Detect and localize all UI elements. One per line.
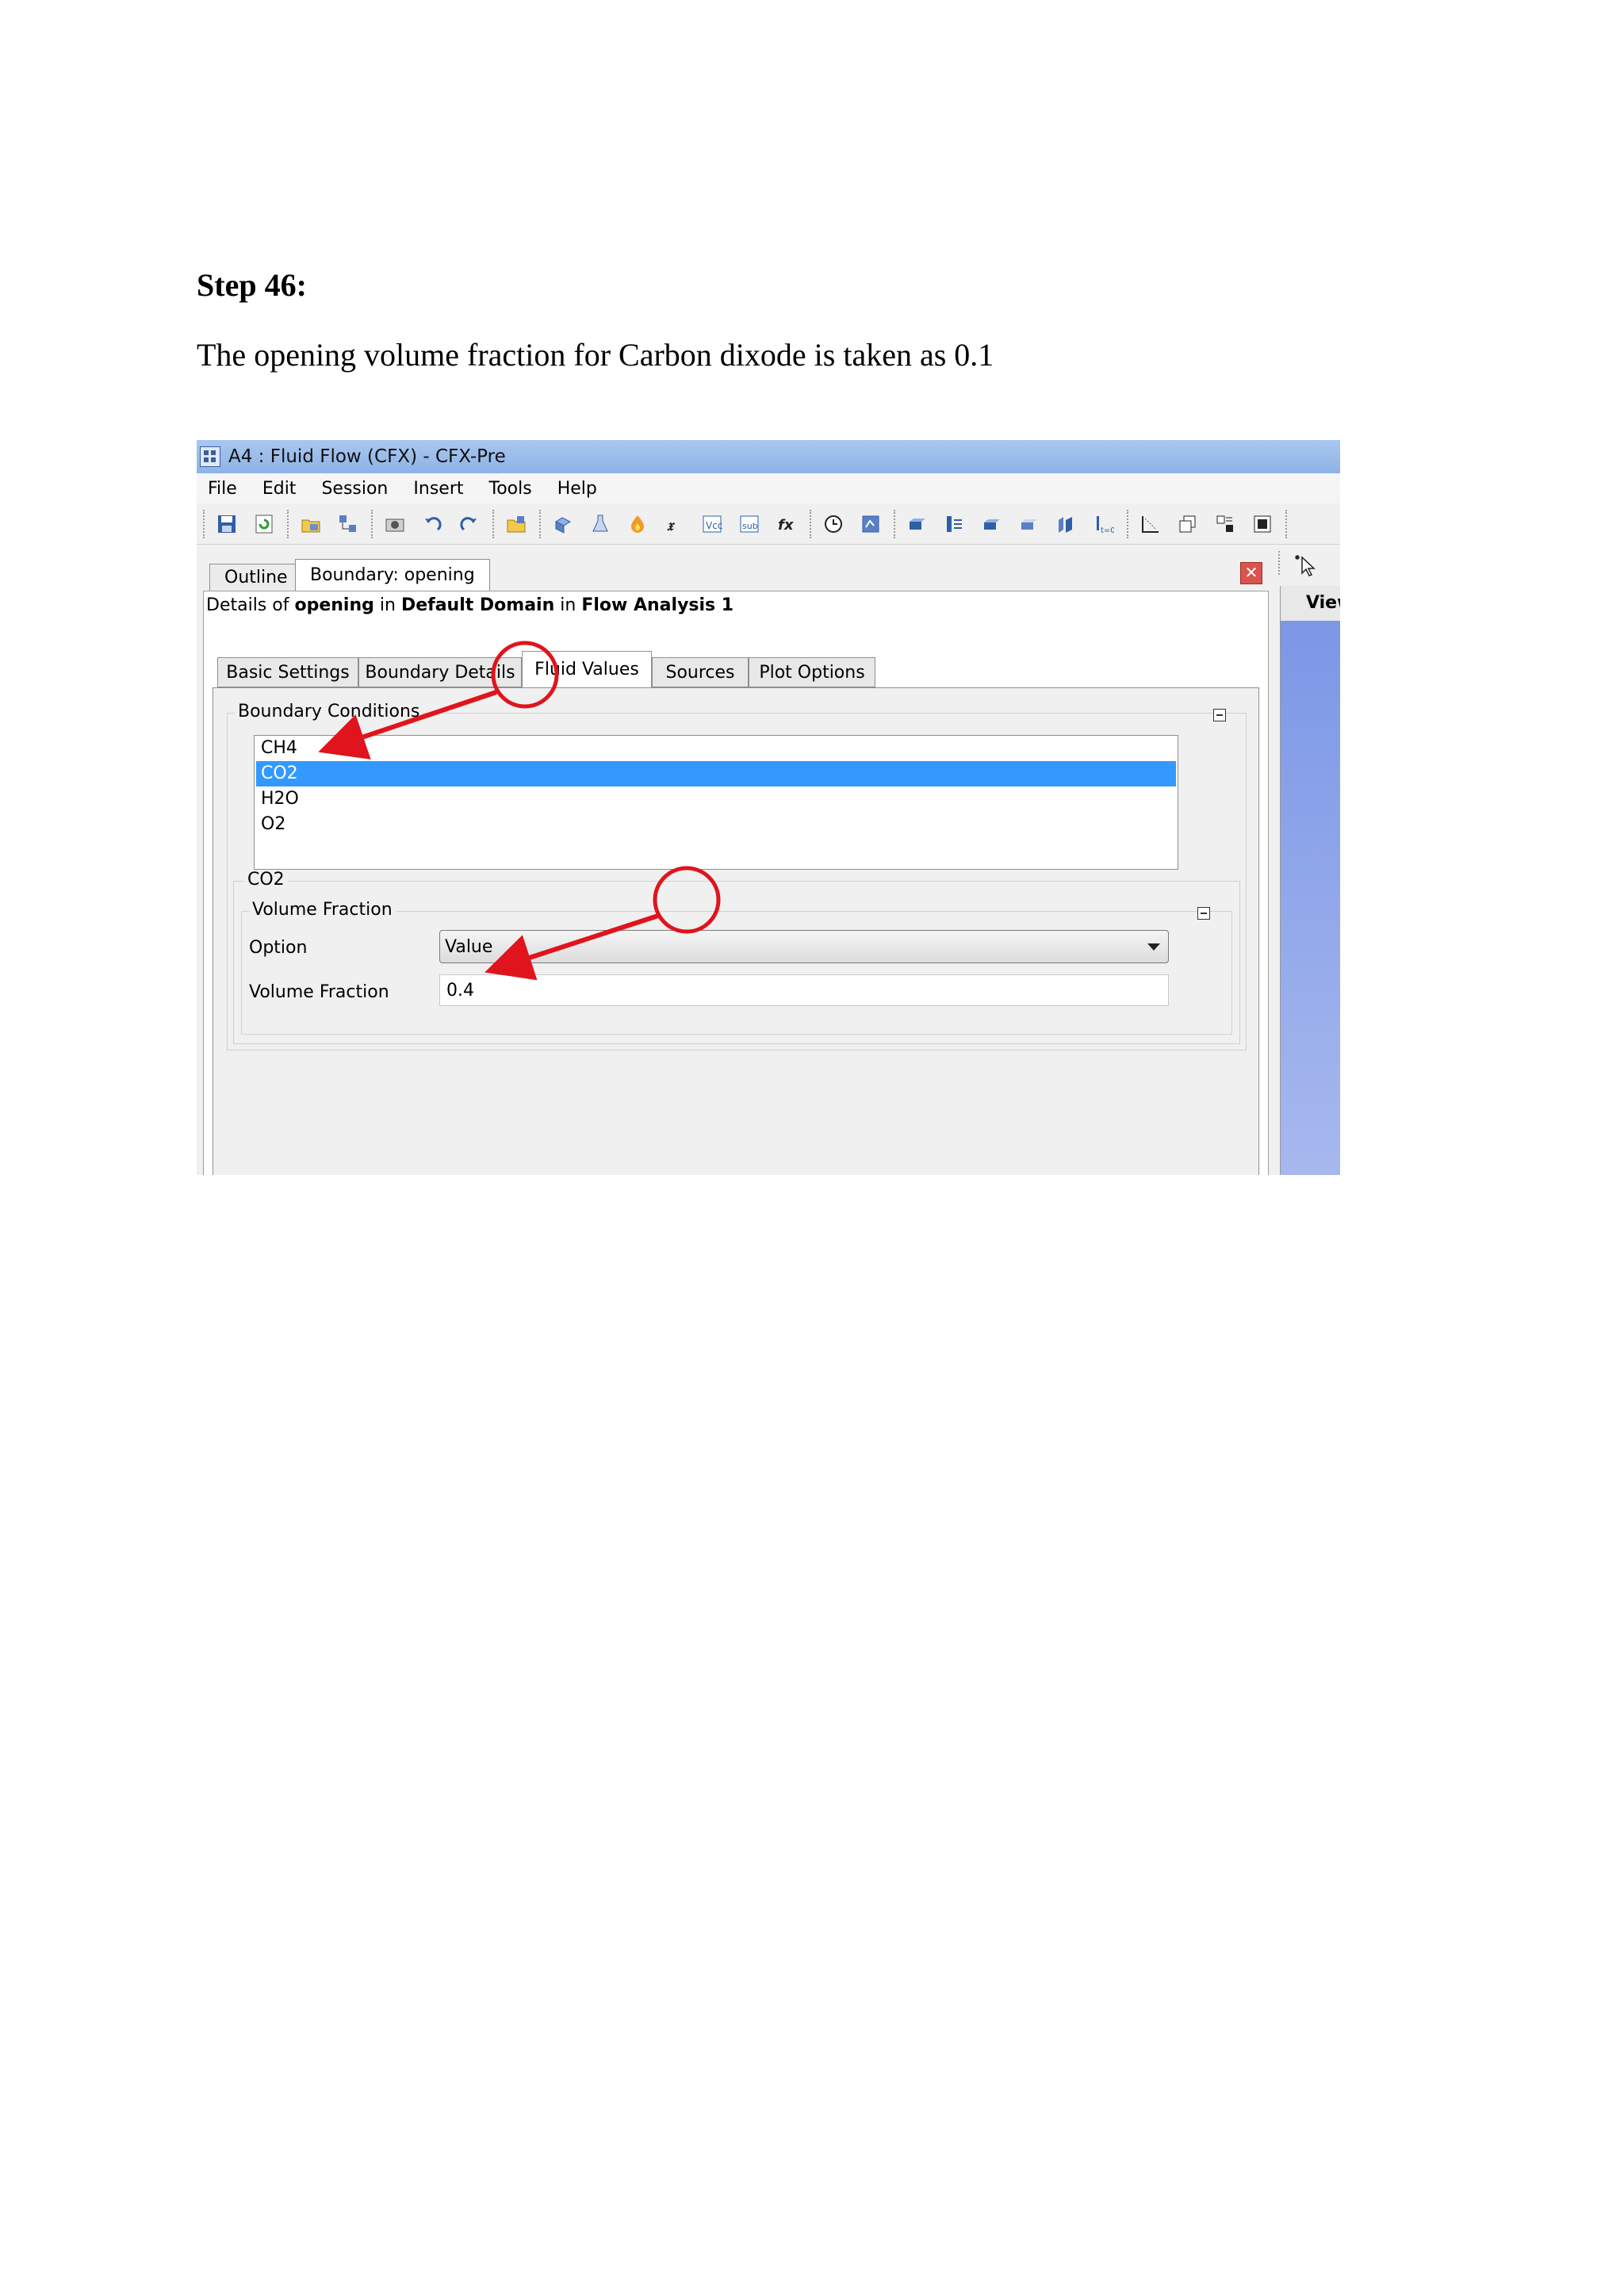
step-heading: Step 46: xyxy=(197,267,307,303)
step-description: The opening volume fraction for Carbon d… xyxy=(197,337,994,373)
annotation-arrow-co2 xyxy=(318,690,497,760)
annotation-circle-value xyxy=(653,866,721,934)
cfx-pre-screenshot: A4 : Fluid Flow (CFX) - CFX-Pre File Edi… xyxy=(197,440,1340,1175)
annotation-overlay xyxy=(318,641,721,981)
annotation-circle-tab xyxy=(491,641,559,709)
annotation-arrow-fraction xyxy=(485,913,659,981)
